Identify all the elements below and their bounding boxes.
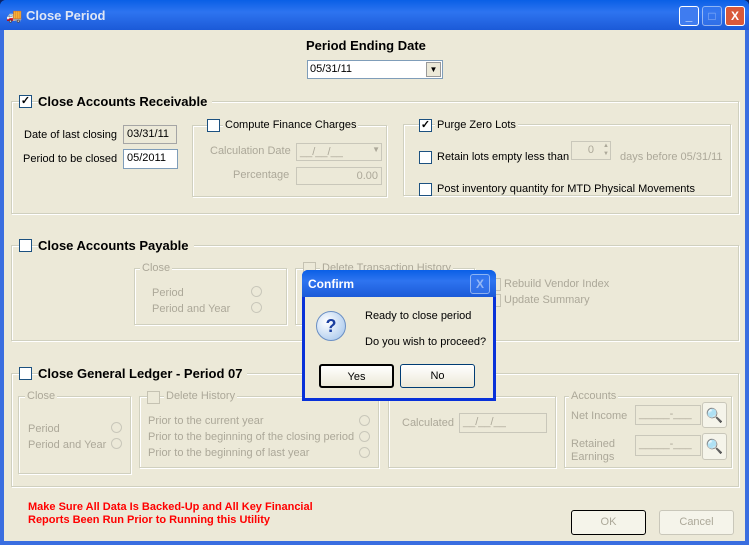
title-bar: 🚚 Close Period _ □ X	[0, 0, 749, 30]
gl-checkbox[interactable]	[19, 367, 32, 380]
magnifier-icon: 🔍	[705, 438, 724, 454]
purge-zero-lots-label: Purge Zero Lots	[435, 119, 518, 131]
window-title: Close Period	[26, 8, 106, 23]
days-before-label: days before 05/31/11	[620, 151, 723, 163]
retained-earnings-label: Retained	[571, 438, 616, 450]
finance-charges-checkbox[interactable]	[207, 119, 220, 132]
dialog-message-line2: Do you wish to proceed?	[365, 336, 487, 348]
warning-text-line1: Make Sure All Data Is Backed-Up and All …	[28, 501, 313, 513]
gl-period-year-label: Period and Year	[28, 439, 107, 451]
app-icon: 🚚	[6, 8, 23, 23]
ap-close-label: Close	[140, 262, 173, 274]
ap-title: Close Accounts Payable	[38, 238, 194, 253]
gl-option-radio[interactable]	[359, 415, 370, 426]
net-income-field: _____-___	[635, 405, 701, 425]
ap-checkbox[interactable]	[19, 239, 32, 252]
ap-period-year-label: Period and Year	[152, 303, 231, 315]
gl-delete-history-checkbox[interactable]	[147, 391, 160, 404]
period-ending-value: 05/31/11	[310, 63, 353, 75]
period-to-close-field[interactable]: 05/2011	[123, 149, 178, 169]
ap-period-year-radio[interactable]	[251, 302, 262, 313]
purge-zero-lots-checkbox[interactable]: ✓	[419, 119, 432, 132]
retain-lots-label: Retain lots empty less than	[437, 151, 570, 163]
close-button[interactable]: X	[725, 6, 745, 26]
post-inventory-checkbox[interactable]	[419, 183, 432, 196]
retained-earnings-field: _____-___	[635, 435, 701, 456]
gl-delete-history-label: Delete History	[164, 390, 238, 402]
gl-title: Close General Ledger - Period 07	[38, 366, 248, 381]
finance-charges-label: Compute Finance Charges	[223, 119, 359, 131]
update-summary-label: Update Summary	[504, 294, 590, 306]
spinner-arrows-icon: ▲ ▼	[603, 143, 609, 157]
retain-days-spinner[interactable]: 0 ▲ ▼	[571, 141, 611, 160]
post-inventory-label: Post inventory quantity for MTD Physical…	[437, 183, 695, 195]
calculated-label: Calculated	[402, 417, 454, 429]
ok-button[interactable]: OK	[571, 510, 646, 535]
calc-date-field: __/__/__ ▼	[296, 143, 382, 161]
yes-button[interactable]: Yes	[319, 364, 394, 388]
dialog-title-bar: Confirm X	[302, 270, 496, 297]
confirm-dialog: Confirm X ? Ready to close period Do you…	[302, 270, 496, 401]
dialog-message-line1: Ready to close period	[365, 310, 472, 322]
date-last-closing-field: 03/31/11	[123, 125, 177, 144]
no-button[interactable]: No	[400, 364, 475, 388]
gl-option-radio[interactable]	[359, 431, 370, 442]
dialog-title: Confirm	[308, 277, 354, 291]
calc-date-label: Calculation Date	[210, 145, 291, 157]
minimize-button[interactable]: _	[679, 6, 699, 26]
retain-lots-checkbox[interactable]	[419, 151, 432, 164]
question-icon: ?	[316, 311, 346, 341]
period-to-close-label: Period to be closed	[23, 153, 118, 165]
finance-charges-group	[192, 125, 387, 197]
gl-close-group	[18, 396, 131, 474]
accounts-label: Accounts	[569, 390, 619, 402]
gl-option-label: Prior to the current year	[148, 415, 264, 427]
gl-period-radio[interactable]	[111, 422, 122, 433]
dialog-close-button[interactable]: X	[470, 274, 490, 294]
warning-text-line2: Reports Been Run Prior to Running this U…	[28, 514, 270, 526]
chevron-down-icon[interactable]: ▼	[426, 62, 441, 77]
retain-days-value: 0	[587, 144, 594, 156]
retained-earnings-lookup-button[interactable]: 🔍	[702, 433, 727, 460]
gl-option-label: Prior to the beginning of the closing pe…	[148, 431, 355, 443]
net-income-lookup-button[interactable]: 🔍	[702, 402, 727, 428]
ar-checkbox[interactable]: ✓	[19, 95, 32, 108]
calculated-field: __/__/__	[459, 413, 547, 433]
date-last-closing-label: Date of last closing	[24, 129, 117, 141]
ar-title: Close Accounts Receivable	[38, 94, 213, 109]
close-period-window: 🚚 Close Period _ □ X Period Ending Date …	[0, 0, 749, 545]
dialog-body: ? Ready to close period Do you wish to p…	[305, 297, 493, 398]
calc-date-value: __/__/__	[300, 146, 343, 158]
ap-period-radio[interactable]	[251, 286, 262, 297]
chevron-down-icon: ▼	[372, 145, 380, 154]
gl-period-year-radio[interactable]	[111, 438, 122, 449]
rebuild-vendor-label: Rebuild Vendor Index	[504, 278, 610, 290]
gl-close-label: Close	[25, 390, 58, 402]
percentage-field: 0.00	[296, 167, 382, 185]
period-ending-dropdown[interactable]: 05/31/11 ▼	[307, 60, 443, 79]
cancel-button[interactable]: Cancel	[659, 510, 734, 535]
maximize-button[interactable]: □	[702, 6, 722, 26]
percentage-label: Percentage	[233, 169, 290, 181]
gl-option-radio[interactable]	[359, 447, 370, 458]
gl-option-label: Prior to the beginning of last year	[148, 447, 310, 459]
period-ending-label: Period Ending Date	[306, 38, 426, 53]
ap-period-label: Period	[152, 287, 184, 299]
net-income-label: Net Income	[571, 410, 628, 422]
magnifier-icon: 🔍	[705, 407, 724, 423]
gl-period-label: Period	[28, 423, 60, 435]
retained-earnings-label-2: Earnings	[571, 451, 615, 463]
